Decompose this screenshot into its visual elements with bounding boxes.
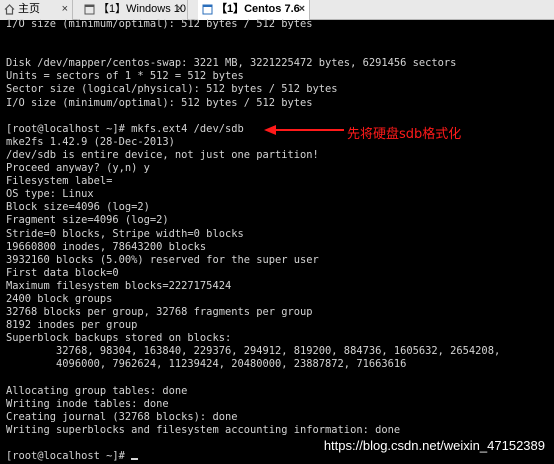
terminal-line: Fragment size=4096 (log=2) [6, 214, 169, 227]
tab-label: 【1】Centos 7.6 [216, 3, 300, 15]
tab-bar: 主页 × 【1】Windows 10 × 【1】Centos 7.6 × [0, 0, 554, 20]
terminal-line: Creating journal (32768 blocks): done [6, 410, 238, 423]
terminal-line: Block size=4096 (log=2) [6, 201, 150, 214]
terminal-line: Disk /dev/mapper/centos-swap: 3221 MB, 3… [6, 57, 457, 70]
terminal-line: 8192 inodes per group [6, 319, 138, 332]
terminal-line: Units = sectors of 1 * 512 = 512 bytes [6, 70, 244, 83]
terminal-line: 3932160 blocks (5.00%) reserved for the … [6, 253, 319, 266]
tab-centos-7-6[interactable]: 【1】Centos 7.6 × [198, 0, 310, 20]
terminal-line: Filesystem label= [6, 175, 113, 188]
terminal-line: 4096000, 7962624, 11239424, 20480000, 23… [6, 358, 407, 371]
terminal-line: I/O size (minimum/optimal): 512 bytes / … [6, 18, 313, 30]
terminal-line: 32768 blocks per group, 32768 fragments … [6, 306, 313, 319]
terminal-line: Writing inode tables: done [6, 397, 169, 410]
terminal-line: Superblock backups stored on blocks: [6, 332, 232, 345]
terminal-line: Maximum filesystem blocks=2227175424 [6, 279, 232, 292]
terminal-line: I/O size (minimum/optimal): 512 bytes / … [6, 96, 313, 109]
tab-windows-10[interactable]: 【1】Windows 10 × [80, 0, 188, 20]
terminal-line: 19660800 inodes, 78643200 blocks [6, 240, 207, 253]
terminal-line: 32768, 98304, 163840, 229376, 294912, 81… [6, 345, 501, 358]
terminal-line: Allocating group tables: done [6, 384, 188, 397]
vm-window-icon [84, 4, 95, 15]
terminal-line: Sector size (logical/physical): 512 byte… [6, 83, 338, 96]
close-icon[interactable]: × [177, 0, 183, 19]
close-icon[interactable]: × [62, 0, 68, 19]
tab-home[interactable]: 主页 × [0, 0, 73, 20]
terminal-line: /dev/sdb is entire device, not just one … [6, 148, 319, 161]
terminal-line: OS type: Linux [6, 188, 94, 201]
annotation-arrow-icon [264, 125, 344, 135]
terminal-output[interactable]: I/O size (minimum/optimal): 512 bytes / … [6, 18, 554, 464]
home-icon [4, 4, 15, 15]
tab-label: 【1】Windows 10 [98, 3, 187, 15]
vm-window-icon [202, 4, 213, 15]
terminal-line: 2400 block groups [6, 292, 113, 305]
terminal-line: First data block=0 [6, 266, 119, 279]
terminal-line: Proceed anyway? (y,n) y [6, 162, 150, 175]
terminal-line: Writing superblocks and filesystem accou… [6, 423, 401, 436]
tab-label: 主页 [18, 3, 40, 15]
close-icon[interactable]: × [299, 0, 305, 19]
terminal-line: mke2fs 1.42.9 (28-Dec-2013) [6, 135, 175, 148]
terminal-line: Stride=0 blocks, Stripe width=0 blocks [6, 227, 244, 240]
cursor-icon [131, 458, 139, 461]
annotation-label: 先将硬盘sdb格式化 [347, 127, 462, 142]
watermark: https://blog.csdn.net/weixin_47152389 [323, 438, 545, 453]
